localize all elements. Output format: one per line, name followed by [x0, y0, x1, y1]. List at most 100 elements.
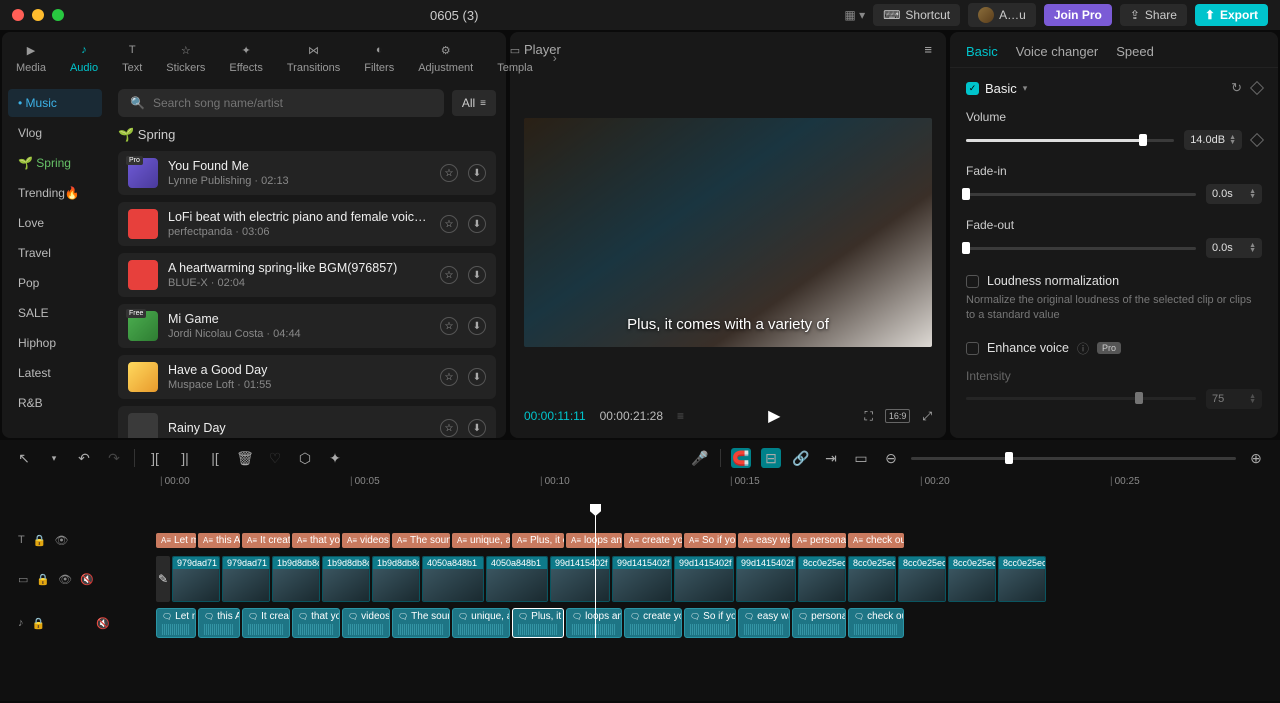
loudness-checkbox[interactable]: [966, 275, 979, 288]
video-clip[interactable]: 8cc0e25ec2: [848, 556, 896, 602]
audio-clip[interactable]: 🗨Let me: [156, 608, 196, 638]
tab-templa[interactable]: ▭Templa: [493, 38, 536, 77]
favorite-icon[interactable]: ☆: [440, 215, 458, 233]
tab-adjustment[interactable]: ⚙Adjustment: [414, 38, 477, 77]
audio-clip[interactable]: 🗨unique, an: [452, 608, 510, 638]
audio-clip[interactable]: 🗨The sound: [392, 608, 450, 638]
fadeout-slider[interactable]: [966, 247, 1196, 250]
track-item[interactable]: Have a Good Day Muspace Loft · 01:55 ☆ ⬇: [118, 355, 496, 399]
audio-clip[interactable]: 🗨create you: [624, 608, 682, 638]
video-clip[interactable]: 8cc0e25ec2: [798, 556, 846, 602]
category-love[interactable]: Love: [8, 209, 102, 237]
enhance-checkbox[interactable]: [966, 342, 979, 355]
video-preview[interactable]: Plus, it comes with a variety of: [524, 118, 932, 348]
category-vlog[interactable]: Vlog: [8, 119, 102, 147]
filter-all-button[interactable]: All≡: [452, 90, 496, 116]
video-clip[interactable]: 8cc0e25ec2: [898, 556, 946, 602]
zoom-out-icon[interactable]: ⊖: [881, 448, 901, 468]
audio-clip[interactable]: 🗨check ou: [848, 608, 904, 638]
crop-icon[interactable]: ⛶: [864, 409, 872, 424]
download-icon[interactable]: ⬇: [468, 419, 486, 437]
fadeout-value[interactable]: 0.0s▲▼: [1206, 238, 1262, 258]
search-box[interactable]: 🔍: [118, 89, 444, 117]
track-item[interactable]: A heartwarming spring-like BGM(976857) B…: [118, 253, 496, 297]
category-latest[interactable]: Latest: [8, 359, 102, 387]
prop-tab-voice-changer[interactable]: Voice changer: [1016, 44, 1098, 59]
text-clip[interactable]: A≡It create: [242, 533, 290, 548]
tab-filters[interactable]: ◐Filters: [360, 38, 398, 77]
audio-clip[interactable]: 🗨videos e: [342, 608, 390, 638]
player-menu-icon[interactable]: ≡: [924, 42, 932, 57]
category-trending[interactable]: Trending🔥: [8, 179, 102, 207]
magnet-main-icon[interactable]: 🧲: [731, 448, 751, 468]
text-clip[interactable]: A≡loops and: [566, 533, 622, 548]
video-clip[interactable]: 99d1415402f: [674, 556, 734, 602]
tab-effects[interactable]: ✦Effects: [225, 38, 266, 77]
delete-tool[interactable]: 🗑: [235, 448, 255, 468]
maximize-window-button[interactable]: [52, 9, 64, 21]
visibility-icon[interactable]: 👁: [54, 534, 68, 547]
fadein-slider[interactable]: [966, 193, 1196, 196]
cursor-tool[interactable]: ↖: [14, 448, 34, 468]
audio-clip[interactable]: 🗨this AI: [198, 608, 240, 638]
video-clip[interactable]: 4050a848b1: [422, 556, 484, 602]
tab-stickers[interactable]: ☆Stickers: [162, 38, 209, 77]
magic-tool[interactable]: ✦: [325, 448, 345, 468]
info-icon[interactable]: ⓘ: [1077, 340, 1089, 357]
text-clip[interactable]: A≡Plus, it co: [512, 533, 564, 548]
audio-clip[interactable]: 🗨easy way: [738, 608, 790, 638]
video-clip[interactable]: 979dad71: [172, 556, 220, 602]
join-pro-button[interactable]: Join Pro: [1044, 4, 1112, 26]
more-tabs-icon[interactable]: ›: [553, 51, 557, 65]
tab-audio[interactable]: ♪Audio: [66, 38, 102, 77]
minimize-window-button[interactable]: [32, 9, 44, 21]
download-icon[interactable]: ⬇: [468, 266, 486, 284]
zoom-in-icon[interactable]: ⊕: [1246, 448, 1266, 468]
text-clip[interactable]: A≡create you: [624, 533, 682, 548]
keyframe-icon[interactable]: [1250, 81, 1264, 95]
video-clip[interactable]: 1b9d8db8c: [272, 556, 320, 602]
category-spring[interactable]: 🌱 Spring: [8, 149, 102, 177]
category-hiphop[interactable]: Hiphop: [8, 329, 102, 357]
split-tool[interactable]: ][: [145, 448, 165, 468]
audio-clip[interactable]: 🗨that you: [292, 608, 340, 638]
volume-value[interactable]: 14.0dB▲▼: [1184, 130, 1242, 150]
tab-transitions[interactable]: ⋈Transitions: [283, 38, 344, 77]
tab-text[interactable]: TText: [118, 38, 146, 77]
volume-slider[interactable]: [966, 139, 1174, 142]
link-icon[interactable]: 🔗: [791, 448, 811, 468]
audio-clip[interactable]: 🗨loops and: [566, 608, 622, 638]
playhead[interactable]: [595, 506, 596, 638]
text-clip[interactable]: A≡Let me: [156, 533, 196, 548]
lock-icon[interactable]: 🔒: [36, 573, 50, 586]
favorite-icon[interactable]: ☆: [440, 368, 458, 386]
category-sale[interactable]: SALE: [8, 299, 102, 327]
video-clip[interactable]: 1b9d8db8c: [322, 556, 370, 602]
fadein-value[interactable]: 0.0s▲▼: [1206, 184, 1262, 204]
export-button[interactable]: ⬆Export: [1195, 4, 1268, 26]
track-item[interactable]: Free Mi Game Jordi Nicolau Costa · 04:44…: [118, 304, 496, 348]
mic-icon[interactable]: 🎤: [690, 448, 710, 468]
text-clip[interactable]: A≡that you: [292, 533, 340, 548]
video-clip[interactable]: 8cc0e25ec2: [998, 556, 1046, 602]
aspect-ratio-badge[interactable]: 16:9: [885, 409, 911, 423]
share-button[interactable]: ⇪Share: [1120, 4, 1187, 26]
prop-tab-speed[interactable]: Speed: [1116, 44, 1154, 59]
download-icon[interactable]: ⬇: [468, 368, 486, 386]
mute-icon[interactable]: 🔇: [96, 617, 110, 630]
category-travel[interactable]: Travel: [8, 239, 102, 267]
mute-icon[interactable]: 🔇: [80, 573, 94, 586]
download-icon[interactable]: ⬇: [468, 215, 486, 233]
edit-track-button[interactable]: ✎: [156, 556, 170, 602]
text-clip[interactable]: A≡So if you: [684, 533, 736, 548]
basic-toggle-checkbox[interactable]: ✓: [966, 82, 979, 95]
category-pop[interactable]: Pop: [8, 269, 102, 297]
prop-tab-basic[interactable]: Basic: [966, 44, 998, 59]
download-icon[interactable]: ⬇: [468, 164, 486, 182]
split-right-tool[interactable]: |[: [205, 448, 225, 468]
video-clip[interactable]: 99d1415402f: [736, 556, 796, 602]
user-account-button[interactable]: A…u: [968, 3, 1036, 27]
video-clip[interactable]: 1b9d8db8c: [372, 556, 420, 602]
magnet-track-icon[interactable]: ⊟: [761, 448, 781, 468]
category-music[interactable]: • Music: [8, 89, 102, 117]
